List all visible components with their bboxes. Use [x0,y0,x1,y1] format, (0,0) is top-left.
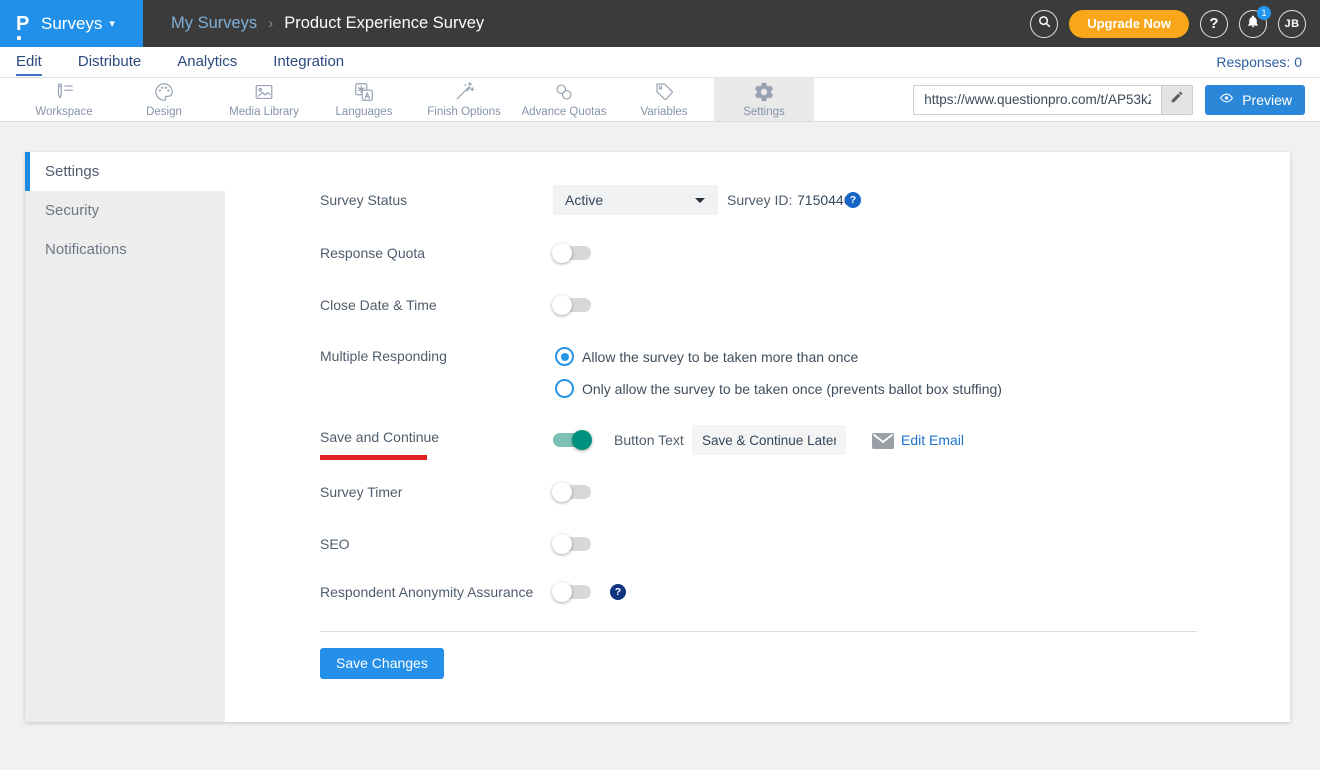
responses-count[interactable]: Responses: 0 [1216,54,1320,70]
save-continue-toggle[interactable] [553,433,591,447]
button-text-label: Button Text [614,425,684,455]
design-icon [153,81,175,103]
finish-options-icon [453,81,475,103]
toolbar-item-advance-quotas[interactable]: Advance Quotas [514,78,614,121]
survey-timer-label: Survey Timer [320,480,402,504]
breadcrumb: My Surveys › Product Experience Survey [171,14,484,33]
survey-timer-toggle[interactable] [553,485,591,499]
notifications-button[interactable]: 1 [1239,10,1267,38]
breadcrumb-my-surveys[interactable]: My Surveys [171,14,257,33]
toolbar-item-label: Languages [336,106,393,118]
settings-sidebar: Settings Security Notifications [25,152,225,722]
breadcrumb-current-survey: Product Experience Survey [284,14,484,33]
topbar: P Surveys ▾ My Surveys › Product Experie… [0,0,1320,47]
radio-multiple-allowed-label[interactable]: Allow the survey to be taken more than o… [582,345,858,369]
toolbar-item-label: Advance Quotas [521,106,606,118]
advance-quotas-icon [553,81,575,103]
sidebar-item-security[interactable]: Security [25,191,225,230]
workspace-icon [53,81,75,103]
preview-button[interactable]: Preview [1205,85,1305,115]
seo-toggle[interactable] [553,537,591,551]
radio-once-only[interactable] [555,379,574,398]
save-changes-button[interactable]: Save Changes [320,648,444,679]
chevron-down-icon: ▾ [109,17,115,30]
seo-label: SEO [320,532,350,556]
survey-status-select[interactable]: Active [553,185,718,215]
search-button[interactable] [1030,10,1058,38]
upgrade-now-button[interactable]: Upgrade Now [1069,10,1189,38]
edit-toolbar: Workspace Design Media Library Languages… [0,78,1320,122]
toolbar-item-settings[interactable]: Settings [714,78,814,121]
avatar-initials: JB [1284,18,1299,30]
settings-panel: Settings Security Notifications Survey S… [25,152,1290,722]
toolbar-item-label: Design [146,106,182,118]
questionpro-logo-icon: P [16,14,32,34]
edit-url-button[interactable] [1161,85,1193,115]
close-date-label: Close Date & Time [320,293,437,317]
close-date-toggle[interactable] [553,298,591,312]
toolbar-item-media-library[interactable]: Media Library [214,78,314,121]
toolbar-item-workspace[interactable]: Workspace [14,78,114,121]
survey-nav: Edit Distribute Analytics Integration Re… [0,47,1320,78]
toolbar-item-label: Media Library [229,106,299,118]
survey-status-value: Active [565,192,603,208]
search-icon [1037,14,1052,34]
toolbar-item-finish-options[interactable]: Finish Options [414,78,514,121]
survey-url-group [913,85,1193,115]
button-text-input[interactable] [692,425,846,455]
multiple-responding-label: Multiple Responding [320,344,447,368]
settings-icon [753,81,775,103]
notification-badge: 1 [1257,6,1271,20]
media-library-icon [253,81,275,103]
response-quota-label: Response Quota [320,241,425,265]
anonymity-toggle[interactable] [553,585,591,599]
toolbar-item-label: Finish Options [427,106,501,118]
sidebar-item-settings[interactable]: Settings [25,152,225,191]
survey-status-label: Survey Status [320,188,407,212]
survey-id-label: Survey ID: [727,185,792,215]
toolbar-item-design[interactable]: Design [114,78,214,121]
question-mark-icon: ? [1209,15,1218,32]
form-divider [320,631,1197,632]
languages-icon [353,81,375,103]
survey-url-input[interactable] [913,85,1161,115]
product-menu-label: Surveys [41,14,102,34]
avatar[interactable]: JB [1278,10,1306,38]
preview-label: Preview [1242,92,1292,108]
toolbar-item-languages[interactable]: Languages [314,78,414,121]
toolbar-item-label: Settings [743,106,785,118]
response-quota-toggle[interactable] [553,246,591,260]
anonymity-label: Respondent Anonymity Assurance [320,580,533,604]
variables-icon [653,81,675,103]
topbar-actions: Upgrade Now ? 1 JB [1030,10,1320,38]
breadcrumb-separator-icon: › [268,15,273,32]
sidebar-item-notifications[interactable]: Notifications [25,230,225,269]
radio-multiple-allowed[interactable] [555,347,574,366]
highlight-underline [320,455,427,460]
save-continue-label: Save and Continue [320,425,439,449]
tab-analytics[interactable]: Analytics [177,49,237,76]
tab-integration[interactable]: Integration [273,49,344,76]
eye-icon [1218,91,1235,108]
toolbar-item-variables[interactable]: Variables [614,78,714,121]
help-button[interactable]: ? [1200,10,1228,38]
tab-distribute[interactable]: Distribute [78,49,141,76]
email-icon [872,433,894,454]
survey-id-help-icon[interactable]: ? [845,192,861,208]
product-switcher[interactable]: P Surveys ▾ [0,0,143,47]
edit-email-link[interactable]: Edit Email [901,425,964,455]
tab-edit[interactable]: Edit [16,49,42,76]
toolbar-item-label: Variables [640,106,687,118]
survey-id-value: 7150446 [797,185,852,215]
radio-once-only-label[interactable]: Only allow the survey to be taken once (… [582,377,1002,401]
toolbar-item-label: Workspace [35,106,92,118]
pencil-icon [1170,90,1184,109]
anonymity-help-icon[interactable]: ? [610,584,626,600]
